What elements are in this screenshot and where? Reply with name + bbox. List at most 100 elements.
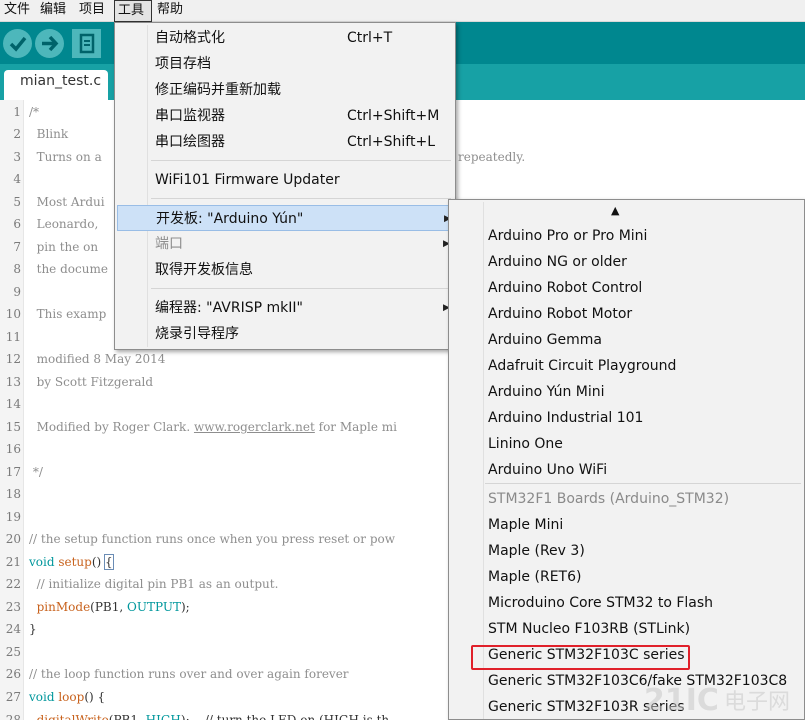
board-option-label: Microduino Core STM32 to Flash <box>488 595 714 611</box>
board-option[interactable]: STM Nucleo F103RB (STLink) <box>451 616 801 642</box>
menu-item-label: 项目存档 <box>155 56 211 72</box>
board-option[interactable]: Arduino Pro or Pro Mini <box>451 223 801 249</box>
board-option[interactable]: Arduino Industrial 101 <box>451 405 801 431</box>
line-number: 14 <box>5 397 21 411</box>
code-comment: modified 8 May 2014 <box>29 352 166 366</box>
menu-item-shortcut: Ctrl+Shift+M <box>347 108 440 124</box>
board-option[interactable]: Maple (Rev 3) <box>451 538 801 564</box>
menu-item-serial-monitor[interactable]: 串口监视器 Ctrl+Shift+M <box>117 103 453 129</box>
code-plain: (PB1, <box>90 600 128 614</box>
board-option-label: Adafruit Circuit Playground <box>488 358 677 374</box>
code-function: loop <box>54 690 85 704</box>
menu-item-label: 串口绘图器 <box>155 134 225 150</box>
tools-dropdown: 自动格式化 Ctrl+T 项目存档 修正编码并重新加载 串口监视器 Ctrl+S… <box>114 22 456 350</box>
code-text: void setup() { <box>29 554 114 570</box>
menu-item-auto-format[interactable]: 自动格式化 Ctrl+T <box>117 25 453 51</box>
line-number: 20 <box>5 532 21 546</box>
line-number: 13 <box>5 375 21 389</box>
menu-item-board-info[interactable]: 取得开发板信息 <box>117 257 453 283</box>
code-comment: Turns on a <box>29 150 102 164</box>
code-plain: } <box>29 622 37 636</box>
menu-sketch[interactable]: 项目 <box>76 0 108 22</box>
board-option[interactable]: Arduino NG or older <box>451 249 801 275</box>
board-submenu: ▲ Arduino Pro or Pro Mini Arduino NG or o… <box>448 199 805 720</box>
line-number: 7 <box>13 240 21 254</box>
new-button[interactable] <box>72 29 101 58</box>
code-text: pinMode(PB1, OUTPUT); <box>29 599 190 615</box>
code-comment: repeatedly. <box>458 150 526 164</box>
line-number: 19 <box>5 510 21 524</box>
menu-item-label: 修正编码并重新加载 <box>155 82 281 98</box>
code-keyword: void <box>29 690 55 704</box>
upload-button[interactable] <box>35 29 64 58</box>
line-number: 4 <box>13 172 21 186</box>
code-text: } <box>29 621 37 637</box>
menu-item-label: 串口监视器 <box>155 108 225 124</box>
line-number: 6 <box>13 217 21 231</box>
board-option[interactable]: Arduino Gemma <box>451 327 801 353</box>
line-number: 2 <box>13 127 21 141</box>
menu-tools[interactable]: 工具 <box>114 0 152 22</box>
menu-item-label: 开发板: "Arduino Yún" <box>156 211 304 227</box>
code-comment: This examp <box>29 307 107 321</box>
board-option[interactable]: Microduino Core STM32 to Flash <box>451 590 801 616</box>
board-option[interactable]: Adafruit Circuit Playground <box>451 353 801 379</box>
code-text: Modified by Roger Clark. www.rogerclark.… <box>29 419 397 435</box>
menu-file[interactable]: 文件 <box>1 0 33 22</box>
menu-separator <box>485 483 801 484</box>
board-option[interactable]: Arduino Robot Motor <box>451 301 801 327</box>
menu-item-burn-bootloader[interactable]: 烧录引导程序 <box>117 321 453 347</box>
board-option-label: Arduino Uno WiFi <box>488 462 608 478</box>
code-comment: pin the on <box>29 240 99 254</box>
menu-item-wifi101-updater[interactable]: WiFi101 Firmware Updater <box>117 167 453 193</box>
menu-item-shortcut: Ctrl+T <box>347 30 393 46</box>
menu-help[interactable]: 帮助 <box>154 0 186 22</box>
menu-bar: 文件 编辑 项目 工具 帮助 <box>0 0 805 22</box>
board-option[interactable]: Arduino Yún Mini <box>451 379 801 405</box>
line-number: 8 <box>13 262 21 276</box>
verify-button[interactable] <box>3 29 32 58</box>
code-text: void loop() { <box>29 689 105 705</box>
menu-item-label: 烧录引导程序 <box>155 326 239 342</box>
document-icon <box>79 33 95 54</box>
code-function: setup <box>54 555 92 569</box>
scroll-up-icon[interactable]: ▲ <box>611 204 619 217</box>
board-option[interactable]: Linino One <box>451 431 801 457</box>
code-text: /* <box>29 104 39 120</box>
line-number: 11 <box>5 330 21 344</box>
line-number: 15 <box>5 420 21 434</box>
code-function: pinMode <box>29 600 91 614</box>
code-text: Blink <box>29 126 69 142</box>
board-option[interactable]: Arduino Robot Control <box>451 275 801 301</box>
code-text: Most Ardui <box>29 194 105 210</box>
code-plain: (PB1, <box>108 713 146 720</box>
board-option[interactable]: Arduino Uno WiFi <box>451 457 801 483</box>
board-option[interactable]: Maple Mini <box>451 512 801 538</box>
board-option[interactable]: Maple (RET6) <box>451 564 801 590</box>
selected-board-highlight <box>471 645 690 670</box>
menu-item-archive-sketch[interactable]: 项目存档 <box>117 51 453 77</box>
code-text: pin the on <box>29 239 99 255</box>
tab-mian-test[interactable]: mian_test.c <box>4 70 108 100</box>
menu-edit[interactable]: 编辑 <box>37 0 69 22</box>
menu-item-serial-plotter[interactable]: 串口绘图器 Ctrl+Shift+L <box>117 129 453 155</box>
menu-item-port[interactable]: 端口 ▶ <box>117 231 453 257</box>
line-number: 23 <box>5 600 21 614</box>
code-constant: OUTPUT <box>127 600 181 614</box>
menu-item-fix-encoding[interactable]: 修正编码并重新加载 <box>117 77 453 103</box>
board-option-label: Arduino NG or older <box>488 254 627 270</box>
board-option-label: Arduino Yún Mini <box>488 384 605 400</box>
line-number: 24 <box>5 622 21 636</box>
line-number: 5 <box>13 195 21 209</box>
board-option-label: Maple Mini <box>488 517 564 533</box>
code-comment: by Scott Fitzgerald <box>29 375 154 389</box>
code-comment: Modified by Roger Clark. <box>29 420 194 434</box>
menu-item-programmer[interactable]: 编程器: "AVRISP mkII" ▶ <box>117 295 453 321</box>
code-comment: // the loop function runs over and over … <box>29 667 349 681</box>
board-option-label: Maple (RET6) <box>488 569 582 585</box>
code-text: // initialize digital pin PB1 as an outp… <box>29 576 279 592</box>
menu-item-label: 自动格式化 <box>155 30 225 46</box>
line-number: 21 <box>5 555 21 569</box>
menu-item-board[interactable]: 开发板: "Arduino Yún" ▶ <box>117 205 453 231</box>
code-plain: () <box>91 555 106 569</box>
